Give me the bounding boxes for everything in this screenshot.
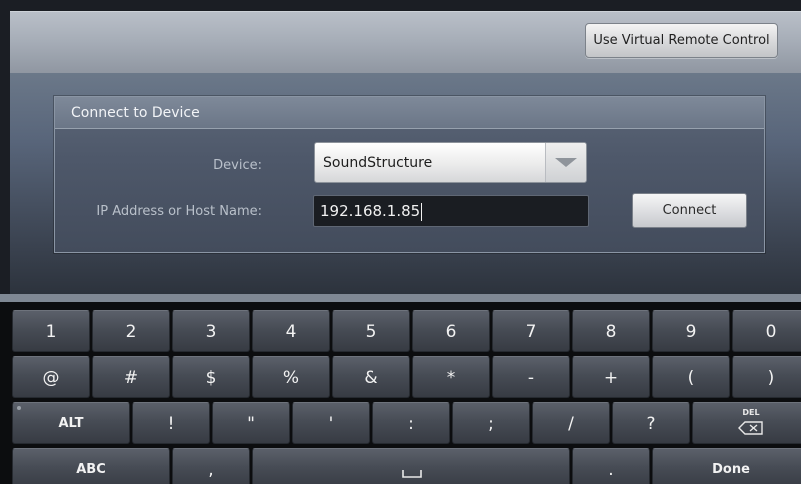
- key-minus[interactable]: -: [492, 356, 570, 398]
- key-hash[interactable]: #: [92, 356, 170, 398]
- key-asterisk[interactable]: *: [412, 356, 490, 398]
- screen: Use Virtual Remote Control Connect to De…: [0, 0, 801, 484]
- device-select[interactable]: SoundStructure: [314, 142, 587, 183]
- key-plus[interactable]: +: [572, 356, 650, 398]
- key-colon[interactable]: :: [372, 402, 450, 444]
- key-open-paren[interactable]: (: [652, 356, 730, 398]
- key-2[interactable]: 2: [92, 310, 170, 352]
- connect-button[interactable]: Connect: [632, 193, 747, 228]
- key-percent[interactable]: %: [252, 356, 330, 398]
- key-single-quote[interactable]: ': [292, 402, 370, 444]
- text-caret: [421, 202, 423, 221]
- key-alt[interactable]: ALT: [12, 402, 130, 444]
- chevron-down-icon: [555, 158, 577, 167]
- key-1[interactable]: 1: [12, 310, 90, 352]
- key-slash[interactable]: /: [532, 402, 610, 444]
- key-3[interactable]: 3: [172, 310, 250, 352]
- key-space[interactable]: [252, 448, 570, 484]
- device-label: Device:: [213, 158, 262, 173]
- key-ampersand[interactable]: &: [332, 356, 410, 398]
- key-delete[interactable]: DEL: [692, 402, 801, 444]
- key-at[interactable]: @: [12, 356, 90, 398]
- ip-address-value: 192.168.1.85: [320, 202, 421, 220]
- key-comma[interactable]: ,: [172, 448, 250, 484]
- panel-title: Connect to Device: [55, 97, 764, 129]
- key-semicolon[interactable]: ;: [452, 402, 530, 444]
- space-bar-icon: [402, 470, 422, 478]
- key-7[interactable]: 7: [492, 310, 570, 352]
- key-close-paren[interactable]: ): [732, 356, 801, 398]
- device-select-value: SoundStructure: [323, 155, 433, 171]
- virtual-remote-control-button[interactable]: Use Virtual Remote Control: [585, 23, 778, 58]
- device-select-toggle[interactable]: [545, 143, 586, 182]
- backspace-icon: [738, 421, 763, 435]
- delete-label: DEL: [742, 408, 760, 417]
- on-screen-keyboard: 1 2 3 4 5 6 7 8 9 0 @ # $ % & * - + ( ) …: [0, 294, 801, 484]
- key-4[interactable]: 4: [252, 310, 330, 352]
- key-5[interactable]: 5: [332, 310, 410, 352]
- key-period[interactable]: .: [572, 448, 650, 484]
- key-8[interactable]: 8: [572, 310, 650, 352]
- key-dollar[interactable]: $: [172, 356, 250, 398]
- key-done[interactable]: Done: [652, 448, 801, 484]
- key-0[interactable]: 0: [732, 310, 801, 352]
- ip-address-input[interactable]: 192.168.1.85: [313, 195, 589, 227]
- ip-address-label: IP Address or Host Name:: [96, 204, 262, 219]
- key-6[interactable]: 6: [412, 310, 490, 352]
- key-double-quote[interactable]: ": [212, 402, 290, 444]
- key-abc[interactable]: ABC: [12, 448, 170, 484]
- delete-key-face: DEL: [693, 408, 801, 435]
- key-9[interactable]: 9: [652, 310, 730, 352]
- key-exclamation[interactable]: !: [132, 402, 210, 444]
- key-question[interactable]: ?: [612, 402, 690, 444]
